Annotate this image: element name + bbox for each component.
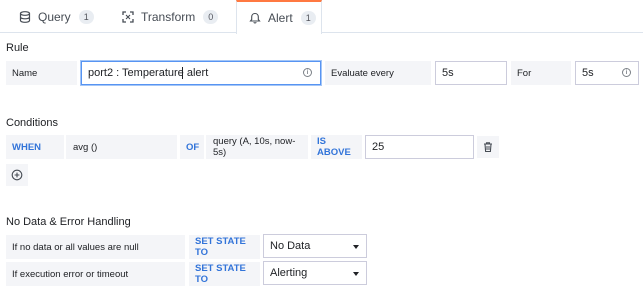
tab-transform-label: Transform: [141, 9, 196, 24]
evaluate-every-label: Evaluate every: [325, 61, 431, 85]
for-value: 5s: [582, 67, 594, 79]
rule-section-title: Rule: [6, 42, 29, 54]
trash-icon: [482, 141, 494, 153]
error-state-value: Alerting: [270, 267, 308, 279]
tab-transform-count: 0: [203, 9, 219, 24]
nodata-state-select[interactable]: No Data: [263, 234, 367, 258]
tab-bar: Query 1 Transform 0 Alert 1: [0, 0, 643, 34]
tab-query-count: 1: [78, 9, 94, 24]
rule-name-input[interactable]: port2 : Temperature alert: [81, 61, 321, 85]
nodata-row-label: If no data or all values are null: [6, 235, 185, 259]
of-keyword: OF: [180, 135, 204, 159]
bell-icon: [249, 12, 261, 24]
error-row-label: If execution error or timeout: [6, 262, 185, 286]
plus-circle-icon: [11, 169, 23, 181]
query-select[interactable]: query (A, 10s, now-5s): [206, 135, 308, 159]
tab-alert[interactable]: Alert 1: [236, 0, 322, 34]
threshold-input[interactable]: 25: [365, 135, 474, 159]
add-condition-button[interactable]: [6, 164, 28, 186]
conditions-section-title: Conditions: [6, 117, 58, 129]
nodata-section-title: No Data & Error Handling: [6, 216, 131, 228]
for-label: For: [511, 61, 571, 85]
evaluate-every-input[interactable]: 5s: [435, 61, 507, 85]
nodata-set-state: SET STATE TO: [189, 235, 260, 259]
tab-alert-label: Alert: [268, 11, 293, 25]
reducer-select[interactable]: avg (): [66, 135, 177, 159]
tab-query[interactable]: Query 1: [19, 0, 94, 33]
name-info-icon[interactable]: i: [303, 68, 312, 77]
database-icon: [19, 10, 31, 23]
tab-query-label: Query: [38, 9, 71, 24]
chevron-down-icon: [353, 245, 359, 249]
when-keyword: WHEN: [6, 135, 64, 159]
error-state-select[interactable]: Alerting: [263, 261, 367, 285]
nodata-state-value: No Data: [270, 240, 311, 252]
error-set-state: SET STATE TO: [189, 262, 260, 286]
chevron-down-icon: [353, 272, 359, 276]
evaluator-select[interactable]: IS ABOVE: [311, 135, 362, 159]
rule-name-label: Name: [6, 61, 77, 85]
text-caret: [182, 67, 183, 79]
delete-condition-button[interactable]: [477, 136, 499, 158]
tab-alert-count: 1: [300, 11, 316, 25]
transform-icon: [122, 10, 134, 23]
threshold-value: 25: [372, 141, 385, 153]
tab-transform[interactable]: Transform 0: [122, 0, 219, 33]
rule-name-value: port2 : Temperature alert: [88, 67, 209, 79]
evaluate-every-value: 5s: [442, 67, 454, 79]
for-info-icon[interactable]: i: [622, 68, 631, 77]
